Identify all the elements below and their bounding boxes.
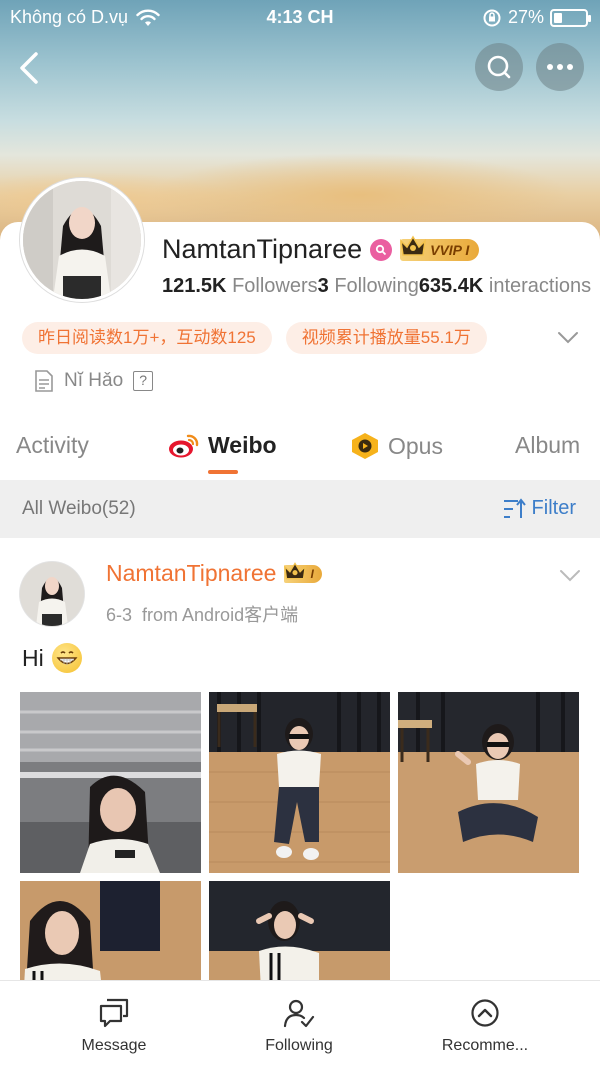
interactions-label: interactions: [488, 275, 592, 297]
tab-activity[interactable]: Activity: [16, 432, 89, 459]
interactions-count: 635.4K: [418, 275, 484, 297]
filter-button[interactable]: Filter: [502, 497, 576, 520]
bio-row: Nĭ Hǎo ?: [34, 370, 154, 392]
bio-text: Nĭ Hǎo: [64, 370, 124, 391]
grinning-face-emoji-icon: [51, 643, 82, 673]
battery-percent: 27%: [507, 7, 544, 27]
membership-badge-icon[interactable]: [370, 238, 393, 261]
followers-label[interactable]: Followers: [232, 275, 318, 297]
post-options-button[interactable]: [558, 568, 582, 589]
chevron-down-icon: [560, 570, 580, 582]
following-label: Following: [265, 1037, 333, 1054]
search-button[interactable]: [475, 43, 523, 91]
search-icon: [487, 55, 511, 79]
post-photo-1[interactable]: [20, 692, 201, 873]
more-button[interactable]: [536, 43, 584, 91]
avatar-photo: [23, 181, 141, 299]
all-weibo-count[interactable]: All Weibo(52): [22, 498, 136, 520]
active-tab-indicator: [208, 470, 238, 474]
recommend-button[interactable]: Recomme...: [405, 997, 565, 1055]
crown-icon: [284, 561, 307, 579]
post-author-avatar[interactable]: [20, 562, 84, 626]
tab-album[interactable]: Album: [515, 432, 580, 459]
expand-tags-button[interactable]: [556, 330, 580, 351]
battery-icon: [550, 8, 591, 27]
post-photo-2[interactable]: [209, 692, 390, 873]
profile-name: NamtanTipnaree: [162, 234, 363, 264]
back-button[interactable]: [14, 48, 50, 88]
vip-badge[interactable]: VVIP I: [400, 235, 480, 261]
post-photo-5[interactable]: [209, 881, 390, 980]
filter-sort-icon: [503, 497, 526, 518]
post-text: Hi: [22, 644, 44, 671]
profile-stats: 121.5K Followers3 Following635.4K intera…: [162, 275, 600, 298]
post-source: from Android客户端: [142, 605, 299, 625]
recommend-icon: [471, 999, 499, 1027]
reading-stats-tag[interactable]: 昨日阅读数1万+，互动数125: [22, 322, 272, 354]
post-author-row: NamtanTipnaree I: [106, 560, 322, 587]
battery-level: [554, 12, 562, 23]
post-author-name[interactable]: NamtanTipnaree: [106, 560, 276, 587]
orientation-lock-icon: [483, 9, 501, 26]
message-button[interactable]: Message: [34, 997, 194, 1055]
filter-bar: All Weibo(52) Filter: [0, 480, 600, 538]
profile-tabs: Activity Weibo Opus Album: [0, 420, 600, 478]
document-icon: [35, 370, 53, 392]
status-right: 27%: [482, 7, 591, 28]
following-icon: [283, 999, 315, 1028]
followers-count[interactable]: 121.5K: [162, 275, 227, 297]
message-label: Message: [81, 1037, 147, 1054]
opus-icon: [352, 433, 378, 459]
following-label[interactable]: Following: [334, 275, 418, 297]
filter-label: Filter: [531, 497, 576, 519]
tab-weibo[interactable]: Weibo: [168, 432, 277, 459]
vip-label: VVIP I: [430, 241, 470, 258]
recommend-label: Recomme...: [441, 1037, 529, 1054]
tab-album-label: Album: [515, 432, 581, 458]
post-avatar-photo: [20, 562, 84, 626]
bottom-action-bar: Message Following Recomme...: [0, 980, 600, 1067]
achievement-tags: 昨日阅读数1万+，互动数125 视频累计播放量55.1万: [22, 322, 487, 354]
tab-opus-label: Opus: [388, 432, 443, 459]
chevron-down-icon: [558, 332, 578, 344]
profile-name-row: NamtanTipnaree VVIP I: [162, 234, 480, 265]
crown-icon: [400, 235, 427, 256]
status-bar: Không có D.vụ 4:13 CH 27%: [0, 0, 600, 34]
tab-opus[interactable]: Opus: [350, 432, 443, 460]
video-views-tag[interactable]: 视频累计播放量55.1万: [285, 322, 487, 354]
message-icon: [99, 998, 129, 1028]
tab-weibo-label: Weibo: [208, 432, 277, 458]
weibo-icon: [169, 434, 199, 457]
back-icon: [20, 52, 38, 84]
profile-avatar[interactable]: [20, 178, 144, 302]
post-photo-3[interactable]: [398, 692, 579, 873]
post-photo-4[interactable]: [20, 881, 201, 980]
post-vip-label: I: [310, 566, 314, 581]
post-body: Hi: [22, 643, 82, 673]
following-count[interactable]: 3: [318, 275, 329, 297]
following-button[interactable]: Following: [219, 997, 379, 1055]
help-icon[interactable]: ?: [133, 371, 154, 391]
post-meta: 6-3 from Android客户端: [106, 601, 298, 627]
post-date: 6-3: [106, 605, 133, 625]
more-icon: [547, 64, 573, 70]
tab-activity-label: Activity: [16, 432, 89, 458]
post-vip-badge[interactable]: I: [284, 561, 322, 583]
